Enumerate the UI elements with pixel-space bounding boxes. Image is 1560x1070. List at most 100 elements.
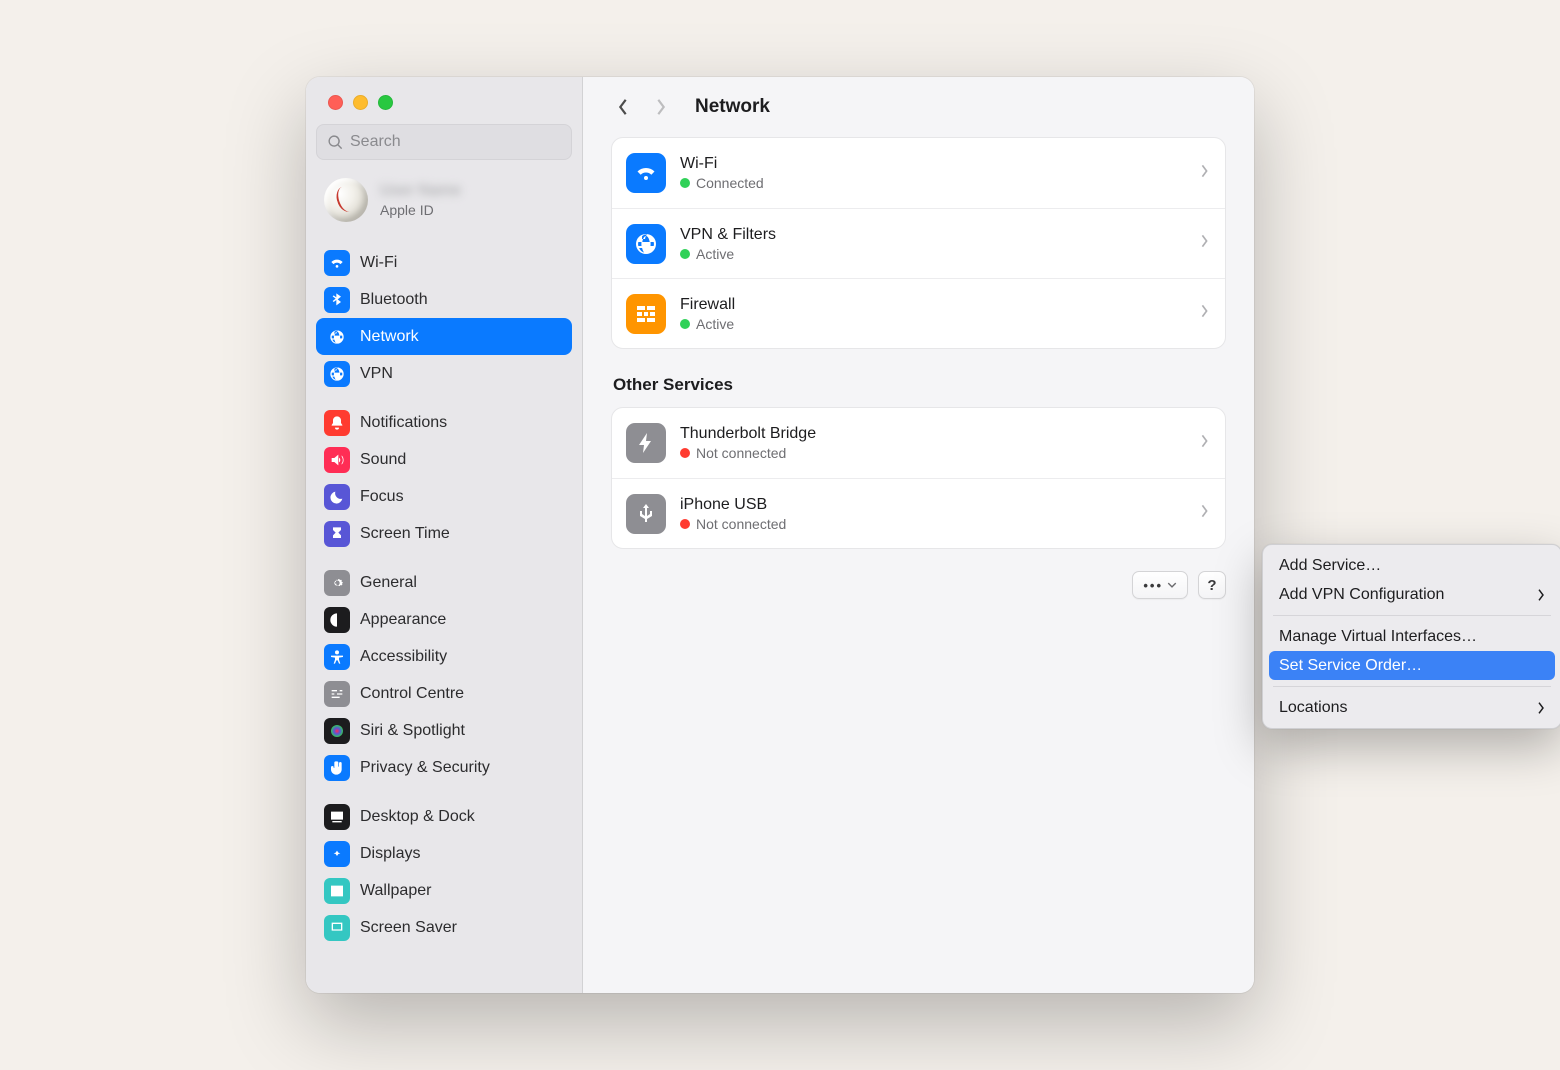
access-icon [324, 644, 350, 670]
titlebar: Network [583, 77, 1254, 137]
sidebar-item-label: Wallpaper [360, 882, 431, 900]
forward-button[interactable] [649, 93, 673, 121]
bolt-icon [626, 423, 666, 463]
sidebar-item-wallpaper[interactable]: Wallpaper [316, 872, 572, 909]
globe-icon [324, 361, 350, 387]
service-title: Wi-Fi [680, 155, 1200, 173]
zoom-window-button[interactable] [378, 95, 393, 110]
menu-item-label: Add VPN Configuration [1279, 586, 1444, 604]
displays-icon [324, 841, 350, 867]
service-status: Not connected [696, 445, 786, 461]
sidebar-item-label: Appearance [360, 611, 446, 629]
usb-icon [626, 494, 666, 534]
bluetooth-icon [324, 287, 350, 313]
minimize-window-button[interactable] [353, 95, 368, 110]
sidebar-scroll[interactable]: User Name Apple ID Wi-Fi Bluetooth Network… [306, 168, 582, 993]
wifi-icon [324, 250, 350, 276]
action-bar: ••• ? [611, 571, 1226, 599]
menu-item-label: Manage Virtual Interfaces… [1279, 628, 1477, 646]
sidebar-item-desktop-dock[interactable]: Desktop & Dock [316, 798, 572, 835]
service-status: Active [696, 316, 734, 332]
apple-id-row[interactable]: User Name Apple ID [316, 172, 572, 232]
sidebar-item-bluetooth[interactable]: Bluetooth [316, 281, 572, 318]
chevron-right-icon [1537, 701, 1545, 715]
sidebar-item-siri-spotlight[interactable]: Siri & Spotlight [316, 712, 572, 749]
chevron-right-icon [1537, 588, 1545, 602]
service-status: Active [696, 246, 734, 262]
service-row-firewall[interactable]: FirewallActive [612, 278, 1225, 348]
switches-icon [324, 681, 350, 707]
chevron-down-icon [1167, 581, 1177, 589]
back-button[interactable] [611, 93, 635, 121]
chevron-right-icon [1200, 164, 1209, 183]
sidebar-item-label: VPN [360, 365, 393, 383]
search-field[interactable] [316, 124, 572, 160]
more-menu-button[interactable]: ••• [1132, 571, 1188, 599]
hand-icon [324, 755, 350, 781]
sidebar-item-wi-fi[interactable]: Wi-Fi [316, 244, 572, 281]
service-row-iphone-usb[interactable]: iPhone USB Not connected [612, 478, 1225, 548]
bell-icon [324, 410, 350, 436]
page-title: Network [695, 96, 770, 118]
service-title: VPN & Filters [680, 226, 1200, 244]
menu-separator [1273, 615, 1551, 616]
sidebar-item-sound[interactable]: Sound [316, 441, 572, 478]
screensaver-icon [324, 915, 350, 941]
wifi-icon [626, 153, 666, 193]
service-row-thunderbolt-bridge[interactable]: Thunderbolt Bridge Not connected [612, 408, 1225, 478]
account-subtitle: Apple ID [380, 202, 461, 218]
wallpaper-icon [324, 878, 350, 904]
close-window-button[interactable] [328, 95, 343, 110]
firewall-icon [626, 294, 666, 334]
sidebar-item-notifications[interactable]: Notifications [316, 404, 572, 441]
sidebar-item-displays[interactable]: Displays [316, 835, 572, 872]
sidebar-item-appearance[interactable]: Appearance [316, 601, 572, 638]
sidebar-item-general[interactable]: General [316, 564, 572, 601]
sidebar-item-screen-saver[interactable]: Screen Saver [316, 909, 572, 946]
menu-item-manage-virtual-interfaces-[interactable]: Manage Virtual Interfaces… [1269, 622, 1555, 651]
globe-icon [626, 224, 666, 264]
menu-item-locations[interactable]: Locations [1269, 693, 1555, 722]
chevron-right-icon [1200, 434, 1209, 453]
primary-services: Wi-FiConnectedVPN & FiltersActiveFirewal… [611, 137, 1226, 349]
service-title: Thunderbolt Bridge [680, 425, 1200, 443]
sidebar-item-focus[interactable]: Focus [316, 478, 572, 515]
search-input[interactable] [350, 133, 561, 151]
menu-item-set-service-order-[interactable]: Set Service Order… [1269, 651, 1555, 680]
sidebar-item-accessibility[interactable]: Accessibility [316, 638, 572, 675]
account-name: User Name [380, 182, 461, 200]
service-row-wi-fi[interactable]: Wi-FiConnected [612, 138, 1225, 208]
help-button[interactable]: ? [1198, 571, 1226, 599]
status-dot [680, 178, 690, 188]
hourglass-icon [324, 521, 350, 547]
sidebar-item-label: General [360, 574, 417, 592]
sidebar-item-network[interactable]: Network [316, 318, 572, 355]
menu-separator [1273, 686, 1551, 687]
sidebar-item-privacy-security[interactable]: Privacy & Security [316, 749, 572, 786]
status-dot [680, 249, 690, 259]
menu-item-label: Locations [1279, 699, 1348, 717]
sidebar-item-control-centre[interactable]: Control Centre [316, 675, 572, 712]
chevron-right-icon [1200, 504, 1209, 523]
chevron-right-icon [1200, 304, 1209, 323]
other-services-label: Other Services [613, 375, 1224, 395]
other-services: Thunderbolt BridgeNot connectediPhone US… [611, 407, 1226, 549]
status-dot [680, 519, 690, 529]
sidebar: User Name Apple ID Wi-Fi Bluetooth Network… [306, 77, 583, 993]
menu-item-add-service-[interactable]: Add Service… [1269, 551, 1555, 580]
service-title: iPhone USB [680, 496, 1200, 514]
menu-item-add-vpn-configuration[interactable]: Add VPN Configuration [1269, 580, 1555, 609]
siri-icon [324, 718, 350, 744]
sidebar-item-screen-time[interactable]: Screen Time [316, 515, 572, 552]
sidebar-item-label: Screen Time [360, 525, 450, 543]
gear-icon [324, 570, 350, 596]
moon-icon [324, 484, 350, 510]
appearance-icon [324, 607, 350, 633]
service-row-vpn-filters[interactable]: VPN & Filters Active [612, 208, 1225, 278]
sidebar-item-label: Displays [360, 845, 420, 863]
speaker-icon [324, 447, 350, 473]
sidebar-item-vpn[interactable]: VPN [316, 355, 572, 392]
service-status: Not connected [696, 516, 786, 532]
sidebar-item-label: Bluetooth [360, 291, 428, 309]
window-controls [306, 77, 582, 124]
